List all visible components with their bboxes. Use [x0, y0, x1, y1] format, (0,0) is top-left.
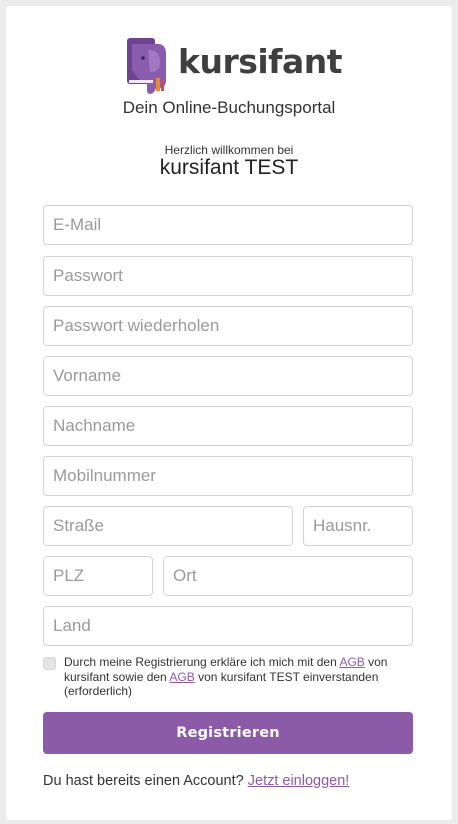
agb-link-portal[interactable]: AGB — [169, 670, 194, 684]
lastname-field[interactable] — [43, 406, 413, 446]
mobile-field[interactable] — [43, 456, 413, 496]
country-field[interactable] — [43, 606, 413, 646]
consent-text: Durch meine Registrierung erkläre ich mi… — [64, 655, 414, 699]
register-button[interactable]: Registrieren — [43, 712, 413, 754]
logo-wordmark: kursifant — [178, 42, 343, 81]
consent-checkbox[interactable] — [43, 657, 56, 670]
agb-link-kursifant[interactable]: AGB — [339, 655, 364, 669]
tagline: Dein Online-Buchungsportal — [122, 98, 336, 117]
login-link[interactable]: Jetzt einloggen! — [248, 773, 350, 789]
housenumber-field[interactable] — [303, 506, 413, 546]
zip-field[interactable] — [43, 556, 153, 596]
login-prompt: Du hast bereits einen Account? — [43, 773, 248, 789]
kursifant-logo: kursifant — [126, 36, 343, 96]
elephant-book-icon — [127, 38, 166, 94]
city-field[interactable] — [163, 556, 413, 596]
consent-text-part-1: Durch meine Registrierung erkläre ich mi… — [64, 655, 340, 669]
email-field[interactable] — [43, 205, 413, 245]
password-field[interactable] — [43, 256, 413, 296]
login-prompt-row: Du hast bereits einen Account? Jetzt ein… — [43, 773, 349, 789]
password-repeat-field[interactable] — [43, 306, 413, 346]
portal-name: kursifant TEST — [159, 156, 299, 179]
firstname-field[interactable] — [43, 356, 413, 396]
welcome-text: Herzlich willkommen bei — [164, 143, 294, 157]
street-field[interactable] — [43, 506, 293, 546]
